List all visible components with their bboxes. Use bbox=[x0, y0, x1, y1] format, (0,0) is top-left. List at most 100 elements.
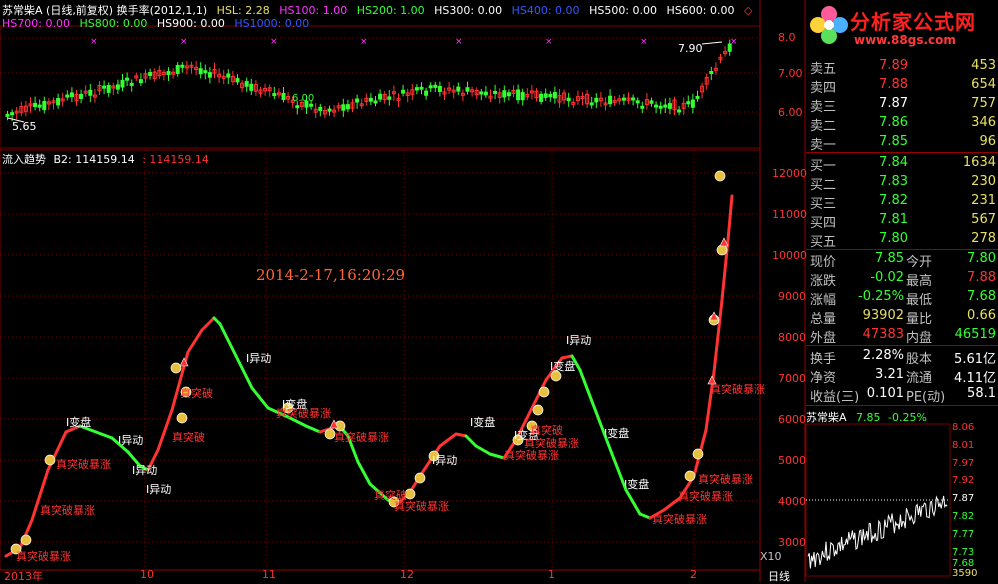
quote-label: 卖五 bbox=[810, 62, 837, 77]
quote-label: 卖三 bbox=[810, 100, 837, 115]
stat-value: 7.85 bbox=[875, 251, 904, 266]
annotation-red: 真突破暴涨 bbox=[652, 513, 707, 526]
candle-body bbox=[433, 84, 438, 88]
money-bag-icon bbox=[532, 404, 544, 416]
x-marker: × bbox=[180, 37, 188, 47]
ind-tick-7000: 7000 bbox=[778, 372, 806, 385]
candle-body bbox=[138, 79, 143, 84]
price-tick-7: 7.00 bbox=[778, 67, 803, 80]
candle-body bbox=[355, 98, 360, 103]
divider bbox=[806, 405, 998, 406]
x-label-1: 1 bbox=[548, 568, 555, 581]
curve-segment bbox=[638, 512, 652, 520]
mini-tick: 7.97 bbox=[952, 458, 975, 469]
annotation-white: I异动 bbox=[566, 334, 592, 347]
stat-value: 7.80 bbox=[967, 251, 996, 266]
stat-label: 换手 bbox=[810, 352, 837, 367]
hs700-value: HS700: 0.00 bbox=[2, 17, 70, 30]
stat-value: 5.61亿 bbox=[954, 352, 996, 367]
buy-level-1: 买一 7.84 1634 bbox=[806, 154, 998, 174]
ind-tick-12000: 12000 bbox=[772, 167, 807, 180]
candle-body bbox=[594, 97, 599, 103]
candle-body bbox=[33, 102, 38, 108]
x10-label: X10 bbox=[760, 550, 782, 563]
curve-segment bbox=[200, 316, 216, 332]
candle-body bbox=[281, 92, 286, 100]
high-price-label: 7.90 bbox=[678, 42, 703, 55]
stat-label: 量比 bbox=[906, 312, 933, 327]
curve-segment bbox=[726, 194, 734, 242]
quote-volume: 654 bbox=[971, 77, 996, 92]
annotation-red: 真突破暴涨 bbox=[710, 383, 765, 396]
candle-body bbox=[677, 109, 682, 113]
curve-segment bbox=[438, 432, 458, 448]
candle-body bbox=[148, 72, 153, 76]
money-bag-icon bbox=[716, 244, 728, 256]
candle-body bbox=[649, 100, 654, 104]
candle-body bbox=[401, 89, 406, 94]
indicator-curve bbox=[4, 194, 734, 558]
x-marker: × bbox=[545, 37, 553, 47]
candle-body bbox=[79, 93, 84, 99]
datetime-stamp: 2014-2-17,16:20:29 bbox=[256, 266, 406, 284]
candle-body bbox=[378, 93, 383, 100]
candle-body bbox=[654, 104, 659, 108]
stat-label: 股本 bbox=[906, 352, 933, 367]
candle-body bbox=[272, 93, 277, 97]
ind-tick-3000: 3000 bbox=[778, 536, 806, 549]
candle-body bbox=[548, 93, 553, 98]
quote-volume: 96 bbox=[979, 134, 996, 149]
flower-icon bbox=[810, 6, 848, 44]
candle-body bbox=[129, 82, 134, 86]
stat-row-change: 涨跌 -0.02 最高 7.88 bbox=[806, 269, 998, 289]
quote-volume: 453 bbox=[971, 58, 996, 73]
site-logo[interactable]: 分析家公式网 www.88gs.com bbox=[806, 0, 998, 55]
stat-label: 总量 bbox=[810, 312, 837, 327]
candle-body bbox=[520, 92, 525, 101]
curve-segment bbox=[624, 488, 642, 516]
x-marker: × bbox=[640, 37, 648, 47]
stat-value: -0.02 bbox=[870, 270, 904, 285]
indicator-pane-border bbox=[0, 149, 761, 571]
quote-volume: 567 bbox=[971, 212, 996, 227]
money-bag-icon bbox=[692, 448, 704, 460]
curve-segment bbox=[94, 430, 114, 440]
logo-title: 分析家公式网 bbox=[850, 10, 976, 34]
hs900-value: HS900: 0.00 bbox=[156, 17, 225, 30]
candle-body bbox=[483, 91, 488, 96]
money-bag-icon bbox=[684, 470, 696, 482]
divider bbox=[806, 152, 998, 153]
quote-label: 卖四 bbox=[810, 81, 837, 96]
quote-volume: 231 bbox=[971, 193, 996, 208]
candle-body bbox=[42, 100, 47, 111]
annotation-red: 真突破暴涨 bbox=[524, 437, 579, 450]
curve-segment bbox=[454, 432, 468, 438]
curve-segment bbox=[464, 434, 478, 448]
candle-body bbox=[493, 90, 498, 94]
ind-tick-11000: 11000 bbox=[772, 208, 807, 221]
annotation-red: 真突破暴涨 bbox=[56, 458, 111, 471]
candle-body bbox=[175, 64, 180, 74]
stat-label: 收益(三) bbox=[810, 390, 860, 405]
ind-tick-9000: 9000 bbox=[778, 290, 806, 303]
candle-body bbox=[516, 89, 521, 101]
candle-body bbox=[249, 83, 254, 91]
candle-body bbox=[566, 97, 571, 102]
price-tick-8: 8.0 bbox=[778, 31, 796, 44]
candle-body bbox=[709, 71, 714, 75]
money-bag-icon bbox=[538, 386, 550, 398]
stat-value: 0.66 bbox=[967, 308, 996, 323]
candle-body bbox=[166, 71, 171, 75]
candle-body bbox=[318, 106, 323, 111]
quote-price: 7.82 bbox=[879, 193, 908, 208]
stat-value: 7.68 bbox=[967, 289, 996, 304]
diamond-icon[interactable]: ◇ bbox=[744, 4, 752, 17]
annotation-white: I异动 bbox=[246, 352, 272, 365]
signal-markers bbox=[10, 170, 729, 555]
mini-tick: 7.77 bbox=[952, 529, 975, 540]
quote-volume: 230 bbox=[971, 174, 996, 189]
candle-body bbox=[226, 73, 231, 78]
candle-body bbox=[428, 85, 433, 89]
curve-segment bbox=[186, 328, 204, 354]
annotation-white: I异动 bbox=[432, 454, 458, 467]
